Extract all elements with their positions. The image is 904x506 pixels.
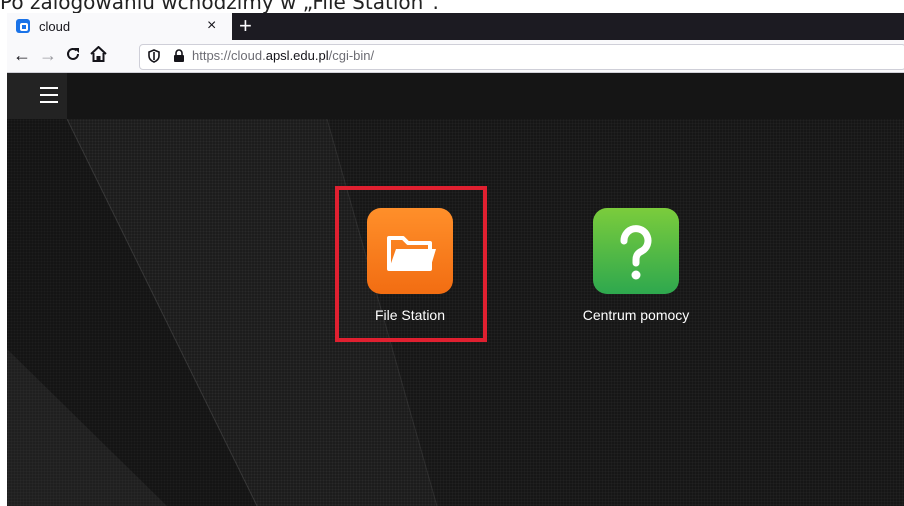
reload-icon[interactable] <box>65 45 81 67</box>
highlight-frame <box>335 186 487 342</box>
url-bar[interactable]: https://cloud.apsl.edu.pl/cgi-bin/ <box>139 44 904 70</box>
tab-title: cloud <box>39 19 71 34</box>
desktop-area: File Station Centrum pomocy <box>7 119 904 506</box>
home-icon[interactable] <box>90 45 107 67</box>
browser-nav-bar: ← → https://cloud.apsl.edu.pl/cgi-bin/ <box>7 40 904 73</box>
url-prefix: https://cloud. <box>192 48 266 63</box>
app-header <box>7 73 904 119</box>
url-path: /cgi-bin/ <box>328 48 375 63</box>
help-question-icon <box>620 225 652 280</box>
lock-icon[interactable] <box>173 49 185 63</box>
new-tab-icon[interactable]: + <box>239 14 252 38</box>
qnap-favicon-icon <box>16 19 30 33</box>
forward-arrow-icon[interactable]: → <box>39 44 57 66</box>
help-center-app-icon[interactable] <box>593 208 679 294</box>
main-menu-icon[interactable] <box>7 73 67 119</box>
browser-tab[interactable]: cloud × <box>7 13 232 40</box>
caption-text: Po zalogowaniu wchodzimy w „File Station… <box>0 0 439 14</box>
qnap-desktop-app: File Station Centrum pomocy <box>7 73 904 506</box>
url-text[interactable]: https://cloud.apsl.edu.pl/cgi-bin/ <box>192 48 374 63</box>
url-domain: apsl.edu.pl <box>265 48 329 63</box>
help-center-label[interactable]: Centrum pomocy <box>566 307 706 323</box>
back-arrow-icon[interactable]: ← <box>13 44 31 66</box>
browser-tab-bar: cloud × + <box>7 13 904 40</box>
tracking-shield-icon[interactable] <box>148 49 160 63</box>
tab-close-icon[interactable]: × <box>207 16 216 36</box>
